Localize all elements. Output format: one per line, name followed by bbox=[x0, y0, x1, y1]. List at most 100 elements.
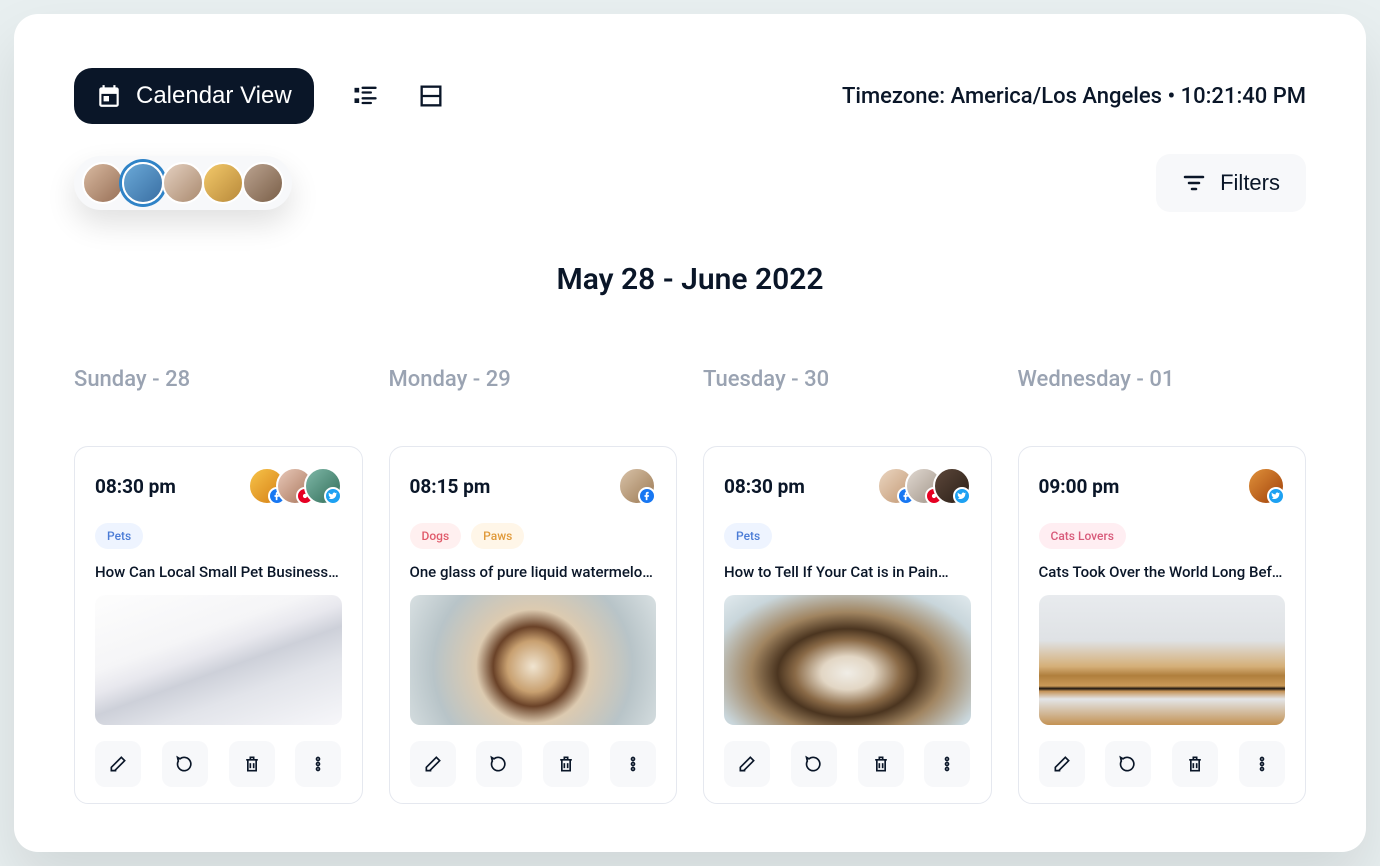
calendar-icon bbox=[96, 83, 122, 109]
post-time: 08:15 pm bbox=[410, 475, 491, 498]
channel-avatar[interactable] bbox=[933, 467, 971, 505]
avatar[interactable] bbox=[242, 162, 284, 204]
avatar[interactable] bbox=[202, 162, 244, 204]
filters-button[interactable]: Filters bbox=[1156, 154, 1306, 212]
comment-icon bbox=[1118, 754, 1138, 774]
channel-avatar[interactable] bbox=[618, 467, 656, 505]
tag-row: Cats Lovers bbox=[1039, 523, 1286, 549]
post-headline: Cats Took Over the World Long Before bbox=[1039, 563, 1286, 581]
user-avatar-stack[interactable] bbox=[74, 156, 292, 210]
comment-icon bbox=[489, 754, 509, 774]
more-button[interactable] bbox=[924, 741, 970, 787]
card-actions bbox=[724, 741, 971, 787]
subheader-bar: Filters bbox=[14, 124, 1366, 212]
trash-icon bbox=[871, 754, 891, 774]
channel-avatar[interactable] bbox=[304, 467, 342, 505]
tag[interactable]: Dogs bbox=[410, 523, 462, 549]
day-header: Sunday - 28 bbox=[74, 367, 363, 392]
edit-button[interactable] bbox=[410, 741, 456, 787]
more-button[interactable] bbox=[295, 741, 341, 787]
card-header: 08:30 pm bbox=[95, 467, 342, 505]
comment-button[interactable] bbox=[162, 741, 208, 787]
day-column: Sunday - 28 08:30 pm Pets How Can Local … bbox=[74, 367, 363, 804]
more-vertical-icon bbox=[1252, 754, 1272, 774]
facebook-icon bbox=[638, 487, 656, 505]
delete-button[interactable] bbox=[858, 741, 904, 787]
avatar[interactable] bbox=[82, 162, 124, 204]
twitter-icon bbox=[1267, 487, 1285, 505]
edit-button[interactable] bbox=[1039, 741, 1085, 787]
pencil-icon bbox=[423, 754, 443, 774]
channel-avatars bbox=[618, 467, 656, 505]
more-button[interactable] bbox=[610, 741, 656, 787]
post-time: 08:30 pm bbox=[724, 475, 805, 498]
delete-button[interactable] bbox=[229, 741, 275, 787]
day-columns: Sunday - 28 08:30 pm Pets How Can Local … bbox=[14, 297, 1366, 804]
avatar[interactable] bbox=[122, 162, 164, 204]
twitter-icon bbox=[953, 487, 971, 505]
comment-button[interactable] bbox=[1105, 741, 1151, 787]
post-card[interactable]: 08:30 pm Pets How Can Local Small Pet Bu… bbox=[74, 446, 363, 804]
post-thumbnail bbox=[724, 595, 971, 725]
day-header: Wednesday - 01 bbox=[1018, 367, 1307, 392]
more-vertical-icon bbox=[623, 754, 643, 774]
card-actions bbox=[1039, 741, 1286, 787]
trash-icon bbox=[1185, 754, 1205, 774]
timezone-text: Timezone: America/Los Angeles • 10:21:40… bbox=[842, 84, 1306, 109]
pencil-icon bbox=[1052, 754, 1072, 774]
filter-icon bbox=[1182, 171, 1206, 195]
channel-avatars bbox=[1247, 467, 1285, 505]
tag[interactable]: Pets bbox=[95, 523, 143, 549]
post-headline: One glass of pure liquid watermelon… bbox=[410, 563, 657, 581]
tag-row: Pets bbox=[724, 523, 971, 549]
card-header: 08:15 pm bbox=[410, 467, 657, 505]
header-bar: Calendar View Timezone: America/Los Ange… bbox=[14, 14, 1366, 124]
post-time: 09:00 pm bbox=[1039, 475, 1120, 498]
split-view-button[interactable] bbox=[416, 81, 446, 111]
day-column: Monday - 29 08:15 pm Dogs Paws One glass… bbox=[389, 367, 678, 804]
day-header: Monday - 29 bbox=[389, 367, 678, 392]
filters-label: Filters bbox=[1220, 170, 1280, 196]
more-vertical-icon bbox=[937, 754, 957, 774]
post-headline: How to Tell If Your Cat is in Pain… bbox=[724, 563, 971, 581]
twitter-icon bbox=[324, 487, 342, 505]
list-view-button[interactable] bbox=[350, 81, 380, 111]
avatar[interactable] bbox=[162, 162, 204, 204]
list-icon bbox=[351, 82, 379, 110]
post-thumbnail bbox=[1039, 595, 1286, 725]
channel-avatars bbox=[877, 467, 971, 505]
comment-button[interactable] bbox=[476, 741, 522, 787]
tag[interactable]: Paws bbox=[471, 523, 524, 549]
channel-avatar[interactable] bbox=[1247, 467, 1285, 505]
card-header: 08:30 pm bbox=[724, 467, 971, 505]
post-thumbnail bbox=[410, 595, 657, 725]
channel-avatars bbox=[248, 467, 342, 505]
card-actions bbox=[95, 741, 342, 787]
day-column: Tuesday - 30 08:30 pm Pets How to Tell I… bbox=[703, 367, 992, 804]
split-icon bbox=[417, 82, 445, 110]
more-button[interactable] bbox=[1239, 741, 1285, 787]
calendar-view-button[interactable]: Calendar View bbox=[74, 68, 314, 124]
pencil-icon bbox=[108, 754, 128, 774]
tag-row: Dogs Paws bbox=[410, 523, 657, 549]
edit-button[interactable] bbox=[95, 741, 141, 787]
pencil-icon bbox=[737, 754, 757, 774]
comment-button[interactable] bbox=[791, 741, 837, 787]
tag[interactable]: Pets bbox=[724, 523, 772, 549]
post-card[interactable]: 09:00 pm Cats Lovers Cats Took Over the … bbox=[1018, 446, 1307, 804]
post-headline: How Can Local Small Pet Businesses… bbox=[95, 563, 342, 581]
post-card[interactable]: 08:15 pm Dogs Paws One glass of pure liq… bbox=[389, 446, 678, 804]
tag[interactable]: Cats Lovers bbox=[1039, 523, 1126, 549]
comment-icon bbox=[175, 754, 195, 774]
edit-button[interactable] bbox=[724, 741, 770, 787]
more-vertical-icon bbox=[308, 754, 328, 774]
delete-button[interactable] bbox=[1172, 741, 1218, 787]
trash-icon bbox=[242, 754, 262, 774]
app-window: Calendar View Timezone: America/Los Ange… bbox=[14, 14, 1366, 852]
page-title: May 28 - June 2022 bbox=[14, 262, 1366, 297]
delete-button[interactable] bbox=[543, 741, 589, 787]
card-header: 09:00 pm bbox=[1039, 467, 1286, 505]
view-controls: Calendar View bbox=[74, 68, 446, 124]
post-card[interactable]: 08:30 pm Pets How to Tell If Your Cat is… bbox=[703, 446, 992, 804]
calendar-view-label: Calendar View bbox=[136, 82, 292, 110]
